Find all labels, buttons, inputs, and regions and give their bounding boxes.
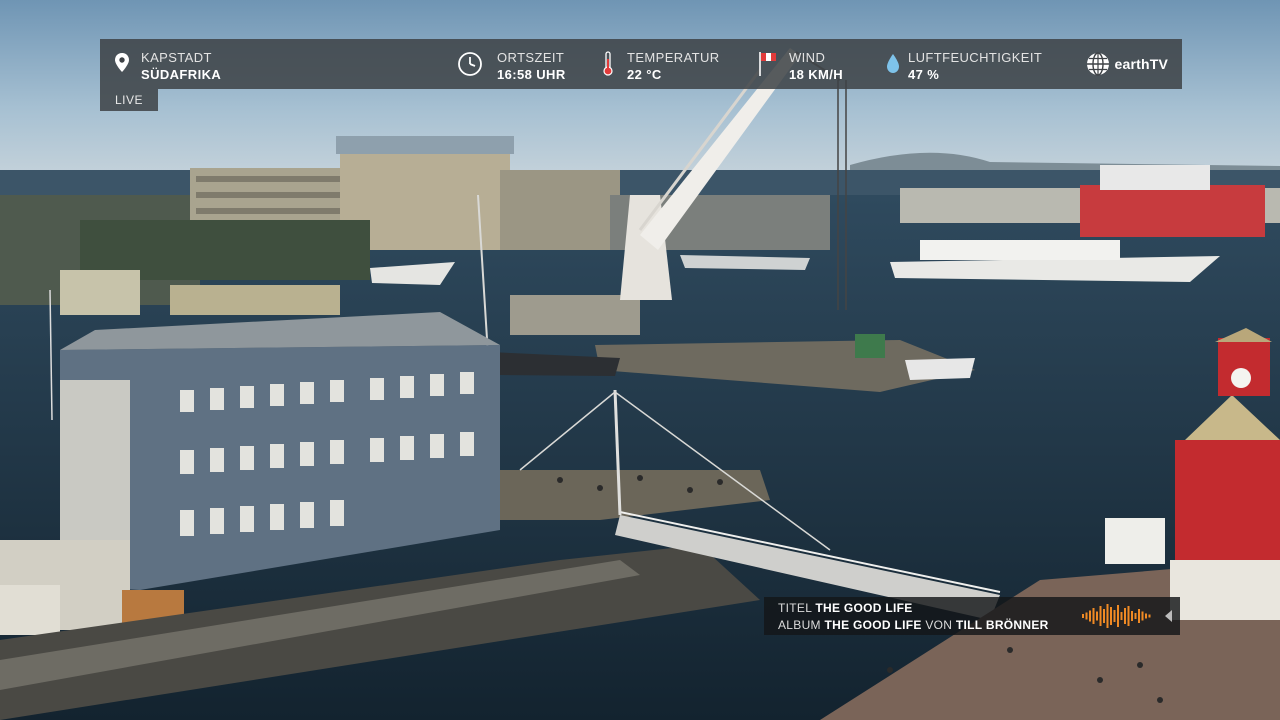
artist-name: TILL BRÖNNER <box>955 618 1049 632</box>
waveform-bar <box>1141 611 1144 621</box>
waveform-bar <box>1134 613 1137 619</box>
now-playing-panel: TITEL THE GOOD LIFE ALBUM THE GOOD LIFE … <box>764 597 1180 635</box>
clock-icon <box>458 52 482 76</box>
track-album-row: ALBUM THE GOOD LIFE VON TILL BRÖNNER <box>778 618 1049 632</box>
humidity-label: LUFTFEUCHTIGKEIT <box>908 50 1043 65</box>
info-bar: KAPSTADT SÜDAFRIKA ORTSZEIT 16:58 UHR TE… <box>100 39 1182 89</box>
waveform-bar <box>1117 605 1119 627</box>
temperature-label: TEMPERATUR <box>627 50 720 65</box>
waveform-bar <box>1120 612 1123 620</box>
waveform-bar <box>1124 608 1126 624</box>
water-drop-icon <box>887 54 899 73</box>
wind-segment: WIND 18 KM/H <box>758 39 868 89</box>
globe-icon <box>1087 52 1110 76</box>
waveform-bar <box>1110 607 1112 625</box>
waveform-bar <box>1145 613 1147 619</box>
track-title: THE GOOD LIFE <box>815 601 913 615</box>
waveform-bar <box>1103 609 1105 623</box>
city-label: KAPSTADT <box>141 50 212 65</box>
waveform-bar <box>1089 610 1091 622</box>
waveform-bar <box>1082 614 1084 618</box>
waveform-bar <box>1085 612 1088 620</box>
title-label: TITEL <box>778 601 812 615</box>
waveform-bar <box>1148 614 1151 618</box>
waveform-bar <box>1106 604 1109 628</box>
brand-name: earthTV <box>1114 56 1168 72</box>
album-label: ALBUM <box>778 618 821 632</box>
wind-value: 18 KM/H <box>789 67 844 82</box>
waveform-bar <box>1127 606 1130 626</box>
by-label: VON <box>925 618 953 632</box>
temperature-segment: TEMPERATUR 22 °C <box>600 39 730 89</box>
waveform-bar <box>1138 609 1140 623</box>
local-time-label: ORTSZEIT <box>497 50 565 65</box>
track-title-row: TITEL THE GOOD LIFE <box>778 601 913 615</box>
waveform-bar <box>1099 606 1102 626</box>
country-value: SÜDAFRIKA <box>141 67 222 82</box>
waveform-bar <box>1092 608 1095 624</box>
brand-logo: earthTV <box>1086 52 1168 76</box>
local-time-segment: ORTSZEIT 16:58 UHR <box>457 39 587 89</box>
wind-flag-icon <box>759 52 776 76</box>
waveform-bar <box>1096 611 1098 621</box>
location-segment: KAPSTADT SÜDAFRIKA <box>114 39 314 89</box>
thermometer-icon <box>603 51 613 76</box>
live-badge: LIVE <box>100 89 158 111</box>
collapse-arrow-icon[interactable] <box>1165 610 1172 622</box>
waveform-bar <box>1131 611 1133 621</box>
local-time-value: 16:58 UHR <box>497 67 566 82</box>
waveform-bar <box>1113 610 1116 622</box>
temperature-value: 22 °C <box>627 67 662 82</box>
humidity-value: 47 % <box>908 67 940 82</box>
location-pin-icon <box>115 53 129 72</box>
wind-label: WIND <box>789 50 826 65</box>
humidity-segment: LUFTFEUCHTIGKEIT 47 % <box>886 39 1056 89</box>
audio-waveform-icon <box>1082 604 1151 628</box>
album-title: THE GOOD LIFE <box>824 618 922 632</box>
